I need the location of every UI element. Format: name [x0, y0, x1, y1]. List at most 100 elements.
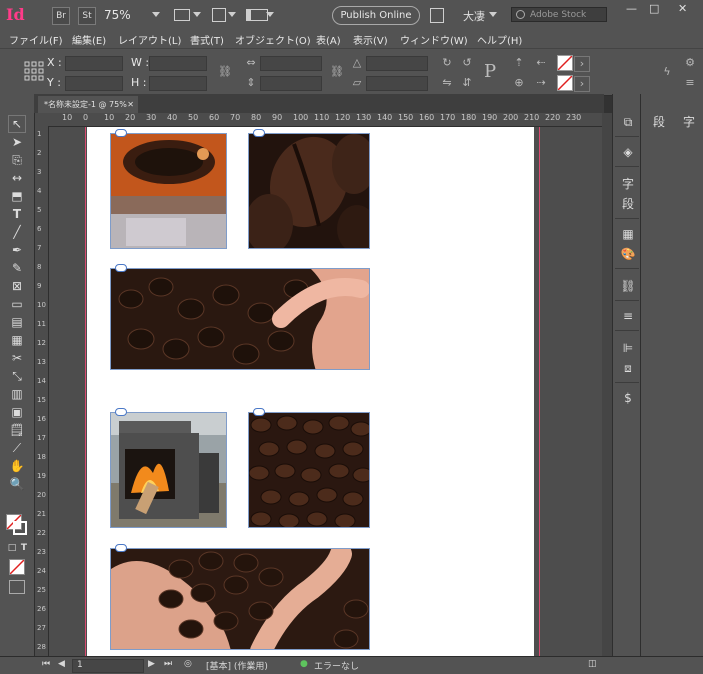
- ruler-origin[interactable]: [35, 113, 48, 126]
- minimize-button[interactable]: —: [626, 2, 637, 15]
- flip-vertical-icon[interactable]: ⇵: [460, 76, 474, 90]
- prev-page-icon[interactable]: ◀: [58, 659, 65, 669]
- image-frame-6[interactable]: [110, 548, 370, 650]
- gradient-swatch-icon[interactable]: ▥: [9, 386, 25, 402]
- hand-icon[interactable]: ✋: [9, 458, 25, 474]
- view-options-icon[interactable]: [174, 9, 190, 21]
- menu-window[interactable]: ウィンドウ(W): [400, 32, 468, 47]
- y-field[interactable]: [65, 76, 123, 91]
- scale-x-field[interactable]: [260, 56, 322, 71]
- image-frame-2[interactable]: [248, 133, 370, 249]
- h-field[interactable]: [149, 76, 207, 91]
- links-panel-icon[interactable]: ⛓: [620, 278, 636, 294]
- menu-edit[interactable]: 編集(E): [72, 32, 106, 47]
- pen-tool-icon[interactable]: ✒: [9, 242, 25, 258]
- bridge-button[interactable]: Br: [52, 7, 70, 25]
- menu-view[interactable]: 表示(V): [353, 32, 388, 47]
- maximize-button[interactable]: □: [649, 2, 659, 15]
- pathfinder-panel-icon[interactable]: ⧈: [620, 360, 636, 376]
- rectangle-frame-icon[interactable]: ⊠: [9, 278, 25, 294]
- zoom-dropdown-icon[interactable]: [152, 12, 160, 17]
- panel-menu-icon[interactable]: ≡: [683, 76, 697, 90]
- arrange-documents-icon[interactable]: [246, 9, 268, 21]
- menu-help[interactable]: ヘルプ(H): [477, 32, 522, 47]
- vertical-ruler[interactable]: 1 2 3 4 5 6 7 8 9 10 11 12 13 14 15 16 17 18 19 20 21 22 23 24 2…: [35, 126, 49, 656]
- flip-horizontal-icon[interactable]: ⇋: [440, 76, 454, 90]
- image-frame-3[interactable]: [110, 268, 370, 370]
- cc-libraries-icon[interactable]: $: [620, 390, 636, 406]
- vertical-scrollbar[interactable]: [602, 113, 612, 656]
- link-icon[interactable]: [115, 544, 127, 552]
- style-label[interactable]: [基本] (作業用): [206, 659, 268, 672]
- free-transform-icon[interactable]: ⤡: [9, 368, 25, 384]
- selection-arrow-icon[interactable]: ↖: [8, 115, 26, 133]
- link-icon[interactable]: [115, 408, 127, 416]
- swatches-panel-icon[interactable]: ▦: [620, 226, 636, 242]
- link-icon[interactable]: [115, 129, 127, 137]
- color-panel-icon[interactable]: 🎨: [620, 246, 636, 262]
- next-page-icon[interactable]: ▶: [148, 659, 155, 669]
- paragraph-panel-icon[interactable]: 段: [620, 196, 636, 212]
- shear-field[interactable]: [366, 76, 428, 91]
- w-field[interactable]: [149, 56, 207, 71]
- scale-link-icon[interactable]: ⛓: [330, 65, 344, 79]
- first-page-icon[interactable]: ⏮: [42, 659, 50, 669]
- link-icon[interactable]: [253, 129, 265, 137]
- rotate-cw-icon[interactable]: ↻: [440, 56, 454, 70]
- character-styles-icon[interactable]: 字: [681, 114, 697, 130]
- scissors-icon[interactable]: ✂: [9, 350, 25, 366]
- constrain-proportions-icon[interactable]: ⛓: [218, 65, 232, 79]
- table-tool-icon[interactable]: ▤: [9, 314, 25, 330]
- menu-type[interactable]: 書式(T): [190, 32, 224, 47]
- screen-mode-dropdown-icon[interactable]: [228, 12, 236, 17]
- workspace-switcher[interactable]: 大凄: [463, 8, 485, 24]
- screen-mode-normal-icon[interactable]: [9, 580, 25, 594]
- content-collector-icon[interactable]: ⬒: [9, 188, 25, 204]
- pasteboard[interactable]: [49, 127, 602, 656]
- pencil-tool-icon[interactable]: ✎: [9, 260, 25, 276]
- select-content-icon[interactable]: ⊕: [512, 76, 526, 90]
- gap-tool-icon[interactable]: ↔: [9, 170, 25, 186]
- link-icon[interactable]: [115, 264, 127, 272]
- page-number-field[interactable]: 1: [72, 659, 144, 673]
- view-dropdown-icon[interactable]: [193, 12, 201, 17]
- x-field[interactable]: [65, 56, 123, 71]
- zoom-level[interactable]: 75%: [104, 8, 131, 22]
- line-tool-icon[interactable]: ╱: [9, 224, 25, 240]
- stock-button[interactable]: St: [78, 7, 96, 25]
- zoom-icon[interactable]: 🔍: [9, 476, 25, 492]
- menu-object[interactable]: オブジェクト(O): [235, 32, 311, 47]
- fill-menu-icon[interactable]: ›: [574, 56, 590, 72]
- grid-tool-icon[interactable]: ▦: [9, 332, 25, 348]
- document-page[interactable]: [87, 127, 534, 656]
- direct-selection-icon[interactable]: ➤: [9, 134, 25, 150]
- image-frame-1[interactable]: [110, 133, 227, 249]
- split-window-icon[interactable]: ◫: [588, 659, 597, 669]
- last-page-icon[interactable]: ⏭: [164, 659, 172, 669]
- scale-y-field[interactable]: [260, 76, 322, 91]
- stroke-panel-icon[interactable]: ≡: [620, 308, 636, 324]
- formatting-text-icon[interactable]: T: [16, 540, 32, 556]
- page-tool-icon[interactable]: ⎘: [9, 152, 25, 168]
- menu-file[interactable]: ファイル(F): [9, 32, 63, 47]
- reference-point-icon[interactable]: [24, 61, 44, 81]
- arrange-dropdown-icon[interactable]: [266, 12, 274, 17]
- publish-online-button[interactable]: Publish Online: [332, 6, 420, 25]
- gradient-feather-icon[interactable]: ▣: [9, 404, 25, 420]
- character-panel-icon[interactable]: 字: [620, 176, 636, 192]
- type-tool-icon[interactable]: T: [9, 206, 25, 222]
- screen-mode-icon[interactable]: [212, 8, 226, 22]
- close-button[interactable]: ✕: [678, 2, 687, 15]
- horizontal-ruler[interactable]: 10 0 10 20 30 40 50 60 70 80 90 100 110 120 130 140 150 1…: [48, 113, 602, 127]
- preflight-menu-icon[interactable]: ◎: [184, 659, 192, 669]
- link-icon[interactable]: [253, 408, 265, 416]
- select-previous-icon[interactable]: ⇠: [534, 56, 548, 70]
- eyedropper-icon[interactable]: ⟋: [9, 440, 25, 456]
- stroke-color-icon[interactable]: [13, 521, 27, 535]
- quick-apply-icon[interactable]: ϟ: [660, 65, 674, 79]
- rectangle-tool-icon[interactable]: ▭: [9, 296, 25, 312]
- paragraph-styles-icon[interactable]: 段: [651, 114, 667, 130]
- settings-gear-icon[interactable]: ⚙: [683, 56, 697, 70]
- pages-panel-icon[interactable]: ⧉: [620, 114, 636, 130]
- rotate-ccw-icon[interactable]: ↺: [460, 56, 474, 70]
